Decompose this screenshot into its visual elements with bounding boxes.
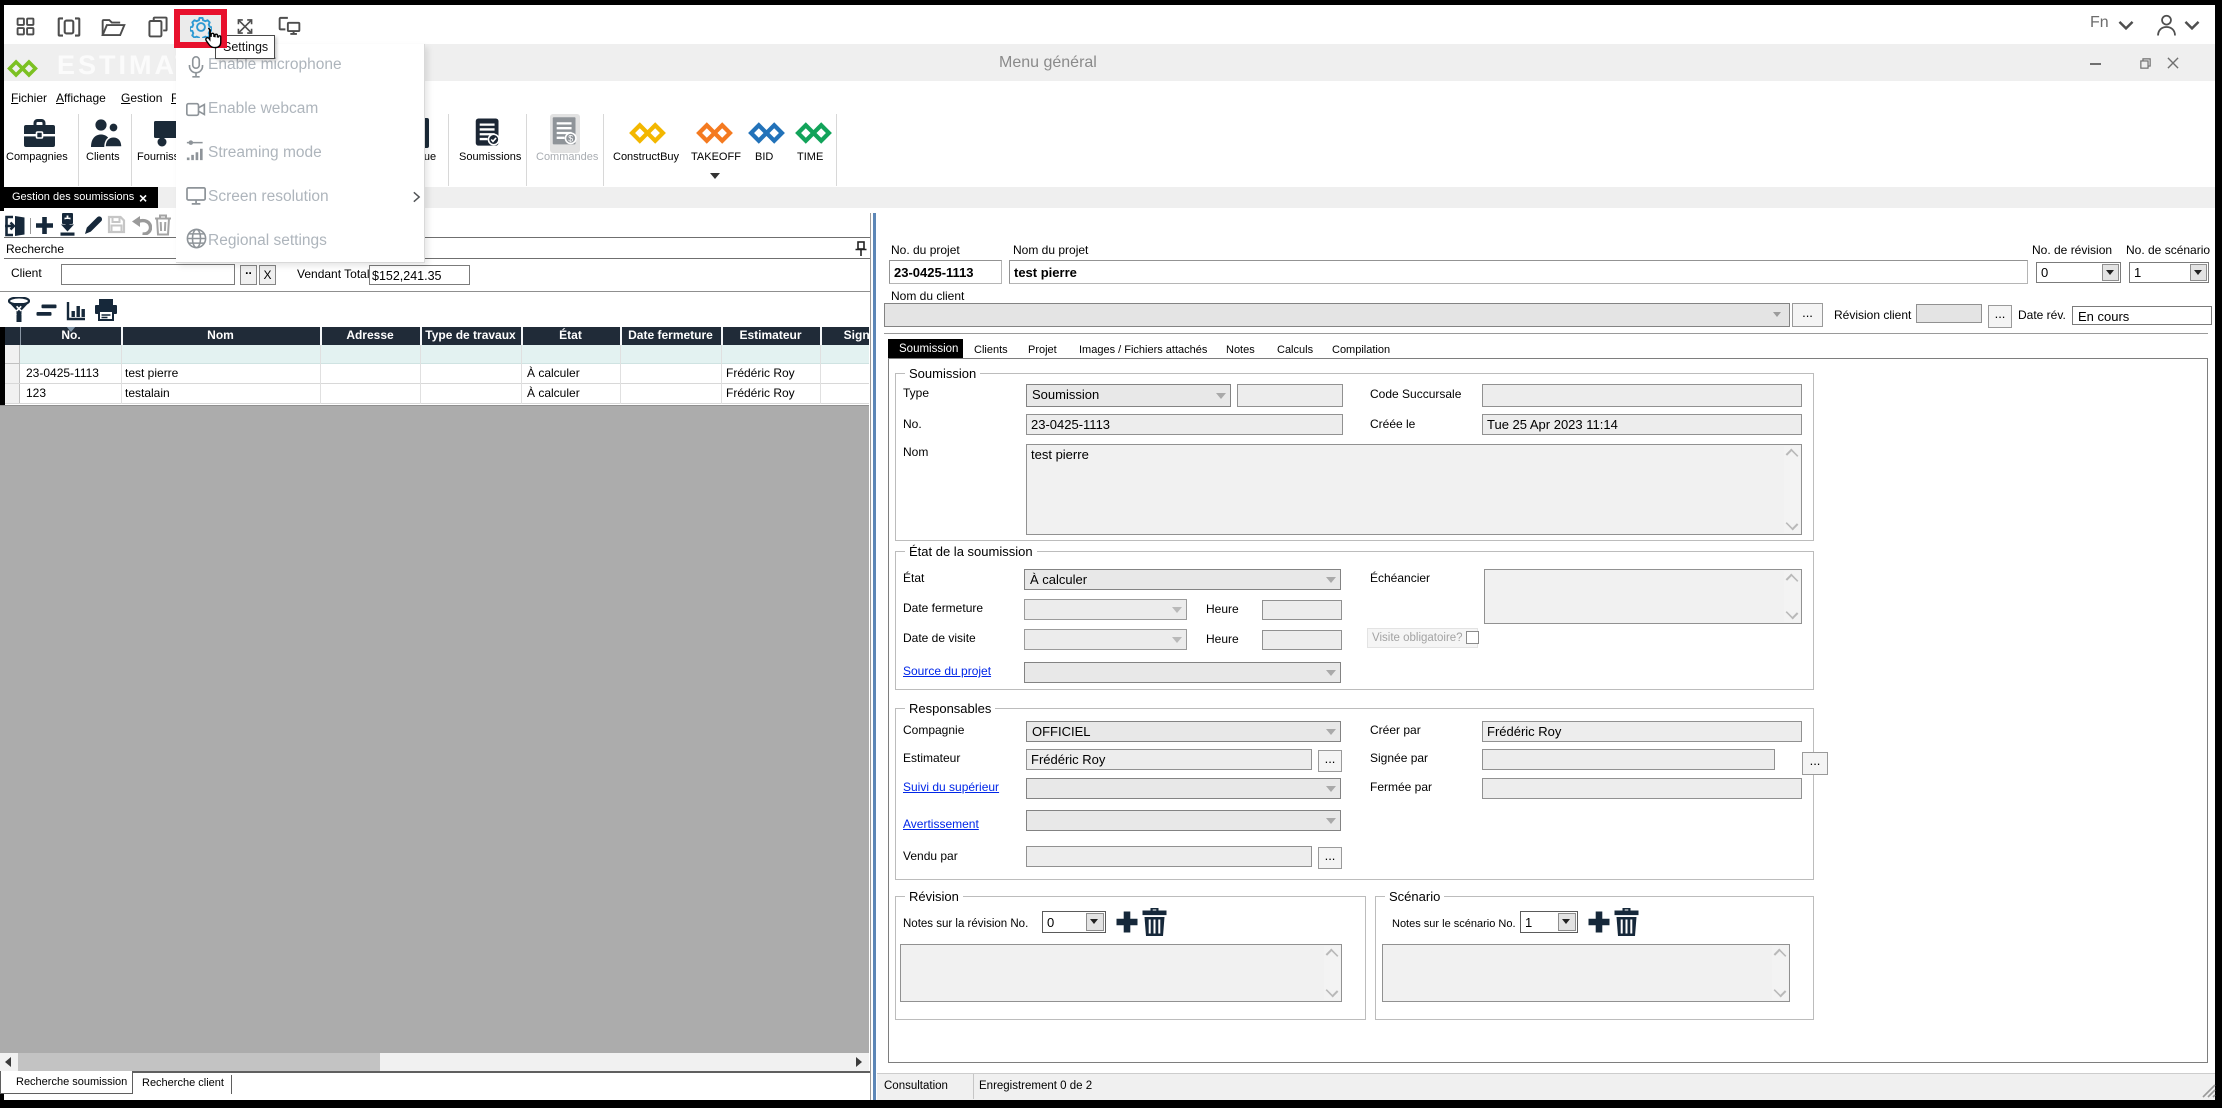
svg-text:$: $ (568, 133, 573, 143)
